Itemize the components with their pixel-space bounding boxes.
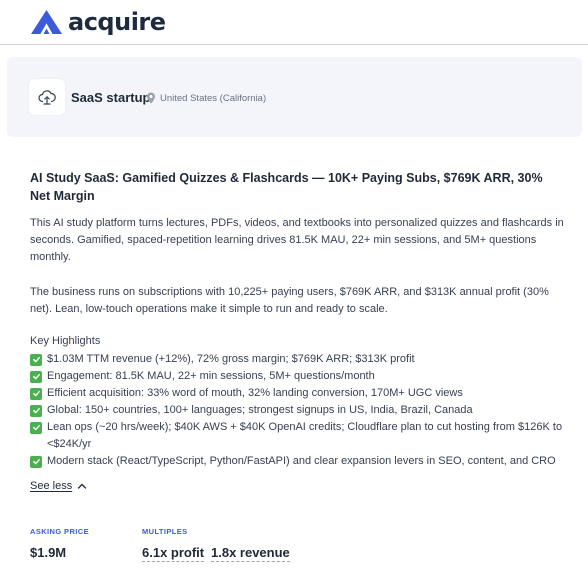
highlight-text: $1.03M TTM revenue (+12%), 72% gross mar… bbox=[47, 353, 415, 365]
check-icon bbox=[30, 421, 42, 434]
see-less-toggle[interactable]: See less bbox=[30, 480, 87, 492]
company-name: SaaS startup bbox=[71, 90, 151, 105]
check-icon bbox=[30, 455, 42, 468]
highlight-item: Lean ops (~20 hrs/week); $40K AWS + $40K… bbox=[30, 419, 565, 453]
highlight-item: $1.03M TTM revenue (+12%), 72% gross mar… bbox=[30, 351, 565, 368]
description-paragraph: This AI study platform turns lectures, P… bbox=[30, 217, 564, 263]
highlight-item: Global: 150+ countries, 100+ languages; … bbox=[30, 402, 565, 419]
multiples-label: MULTIPLES bbox=[142, 527, 188, 536]
chevron-up-icon bbox=[78, 483, 87, 489]
check-icon bbox=[30, 353, 42, 366]
highlight-item: Efficient acquisition: 33% word of mouth… bbox=[30, 385, 565, 402]
profit-multiple[interactable]: 6.1x profit bbox=[142, 545, 205, 562]
acquire-logo[interactable]: acquire bbox=[30, 9, 166, 35]
company-card: SaaS startup United States (California) bbox=[7, 57, 582, 137]
highlight-item: Engagement: 81.5K MAU, 22+ min sessions,… bbox=[30, 368, 565, 385]
revenue-multiple[interactable]: 1.8x revenue bbox=[211, 545, 290, 562]
listing-title: AI Study SaaS: Gamified Quizzes & Flashc… bbox=[30, 171, 543, 203]
company-avatar bbox=[29, 79, 65, 115]
highlight-text: Engagement: 81.5K MAU, 22+ min sessions,… bbox=[47, 370, 375, 382]
asking-price-value: $1.9M bbox=[30, 545, 67, 560]
highlights-list: $1.03M TTM revenue (+12%), 72% gross mar… bbox=[30, 351, 565, 470]
location-text: United States (California) bbox=[160, 92, 267, 104]
acquire-logo-icon bbox=[31, 10, 62, 34]
check-icon bbox=[30, 404, 42, 417]
description-paragraph: The business runs on subscriptions with … bbox=[30, 286, 549, 315]
check-icon bbox=[30, 370, 42, 383]
site-header: acquire bbox=[0, 0, 588, 45]
asking-price-label: ASKING PRICE bbox=[30, 527, 89, 536]
check-icon bbox=[30, 387, 42, 400]
highlight-text: Modern stack (React/TypeScript, Python/F… bbox=[47, 455, 556, 467]
map-pin-icon bbox=[147, 92, 155, 104]
cloud-upload-icon bbox=[38, 90, 56, 105]
highlight-text: Global: 150+ countries, 100+ languages; … bbox=[47, 404, 473, 416]
highlight-item: Modern stack (React/TypeScript, Python/F… bbox=[30, 453, 565, 470]
highlight-text: Lean ops (~20 hrs/week); $40K AWS + $40K… bbox=[47, 421, 563, 450]
see-less-label: See less bbox=[30, 480, 73, 492]
highlight-text: Efficient acquisition: 33% word of mouth… bbox=[47, 387, 463, 399]
key-highlights-heading: Key Highlights bbox=[30, 335, 101, 347]
company-location: United States (California) bbox=[146, 92, 266, 104]
brand-name: acquire bbox=[68, 8, 166, 36]
